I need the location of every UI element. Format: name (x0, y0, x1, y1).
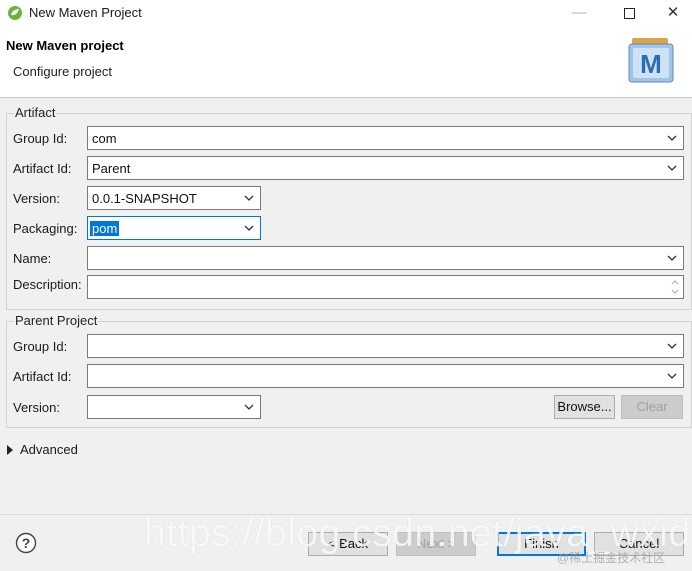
parent-group-id-label: Group Id: (13, 339, 68, 354)
artifact-id-value: Parent (92, 161, 131, 176)
help-icon[interactable]: ? (15, 532, 37, 554)
advanced-label: Advanced (20, 442, 78, 457)
footer-separator (0, 514, 692, 515)
maven-logo-letter: M (640, 49, 662, 79)
finish-button[interactable]: Finish (497, 532, 586, 556)
version-combo[interactable]: 0.0.1-SNAPSHOT (87, 186, 261, 210)
artifact-id-combo[interactable]: Parent (87, 156, 684, 180)
spring-icon (8, 6, 22, 20)
next-button[interactable]: Next > (396, 532, 476, 556)
svg-text:?: ? (22, 535, 31, 551)
page-subtitle: Configure project (13, 64, 112, 79)
version-label: Version: (13, 191, 60, 206)
back-button[interactable]: < Back (308, 532, 388, 556)
title-bar: New Maven Project — ✕ (0, 0, 692, 28)
close-icon: ✕ (666, 4, 680, 21)
browse-button[interactable]: Browse... (554, 395, 615, 419)
page-title: New Maven project (6, 38, 124, 53)
parent-version-combo[interactable] (87, 395, 261, 419)
group-id-label: Group Id: (13, 131, 68, 146)
minimize-icon: — (571, 4, 587, 21)
chevron-down-icon[interactable] (666, 252, 678, 264)
chevron-down-icon[interactable] (243, 401, 255, 413)
maximize-icon (623, 7, 635, 19)
clear-button[interactable]: Clear (621, 395, 683, 419)
group-id-combo[interactable]: com (87, 126, 684, 150)
close-button[interactable]: ✕ (650, 0, 692, 28)
artifact-id-label: Artifact Id: (13, 161, 72, 176)
chevron-down-icon[interactable] (666, 340, 678, 352)
name-label: Name: (13, 251, 52, 266)
cancel-button[interactable]: Cancel (594, 532, 684, 556)
chevron-down-icon[interactable] (666, 162, 678, 174)
packaging-label: Packaging: (13, 221, 78, 236)
parent-group-id-combo[interactable] (87, 334, 684, 358)
chevron-down-icon[interactable] (243, 192, 255, 204)
parent-artifact-id-combo[interactable] (87, 364, 684, 388)
packaging-combo[interactable]: pom (87, 216, 261, 240)
scroll-arrows-icon[interactable] (669, 277, 681, 297)
version-value: 0.0.1-SNAPSHOT (92, 191, 197, 206)
maven-logo-icon: M (628, 38, 674, 83)
chevron-down-icon[interactable] (666, 370, 678, 382)
chevron-down-icon[interactable] (243, 222, 255, 234)
artifact-group-legend: Artifact (14, 105, 57, 120)
parent-project-legend: Parent Project (14, 313, 99, 328)
name-combo[interactable] (87, 246, 684, 270)
chevron-down-icon[interactable] (666, 132, 678, 144)
window-title: New Maven Project (29, 5, 142, 20)
packaging-value: pom (90, 221, 120, 236)
description-textarea[interactable] (87, 275, 684, 299)
parent-version-label: Version: (13, 400, 60, 415)
wizard-header: New Maven project Configure project M (0, 28, 692, 98)
parent-artifact-id-label: Artifact Id: (13, 369, 72, 384)
group-id-value: com (92, 131, 117, 146)
minimize-button[interactable]: — (556, 0, 602, 28)
maximize-button[interactable] (606, 0, 652, 28)
expand-arrow-icon[interactable] (7, 445, 13, 455)
description-label: Description: (13, 277, 82, 292)
